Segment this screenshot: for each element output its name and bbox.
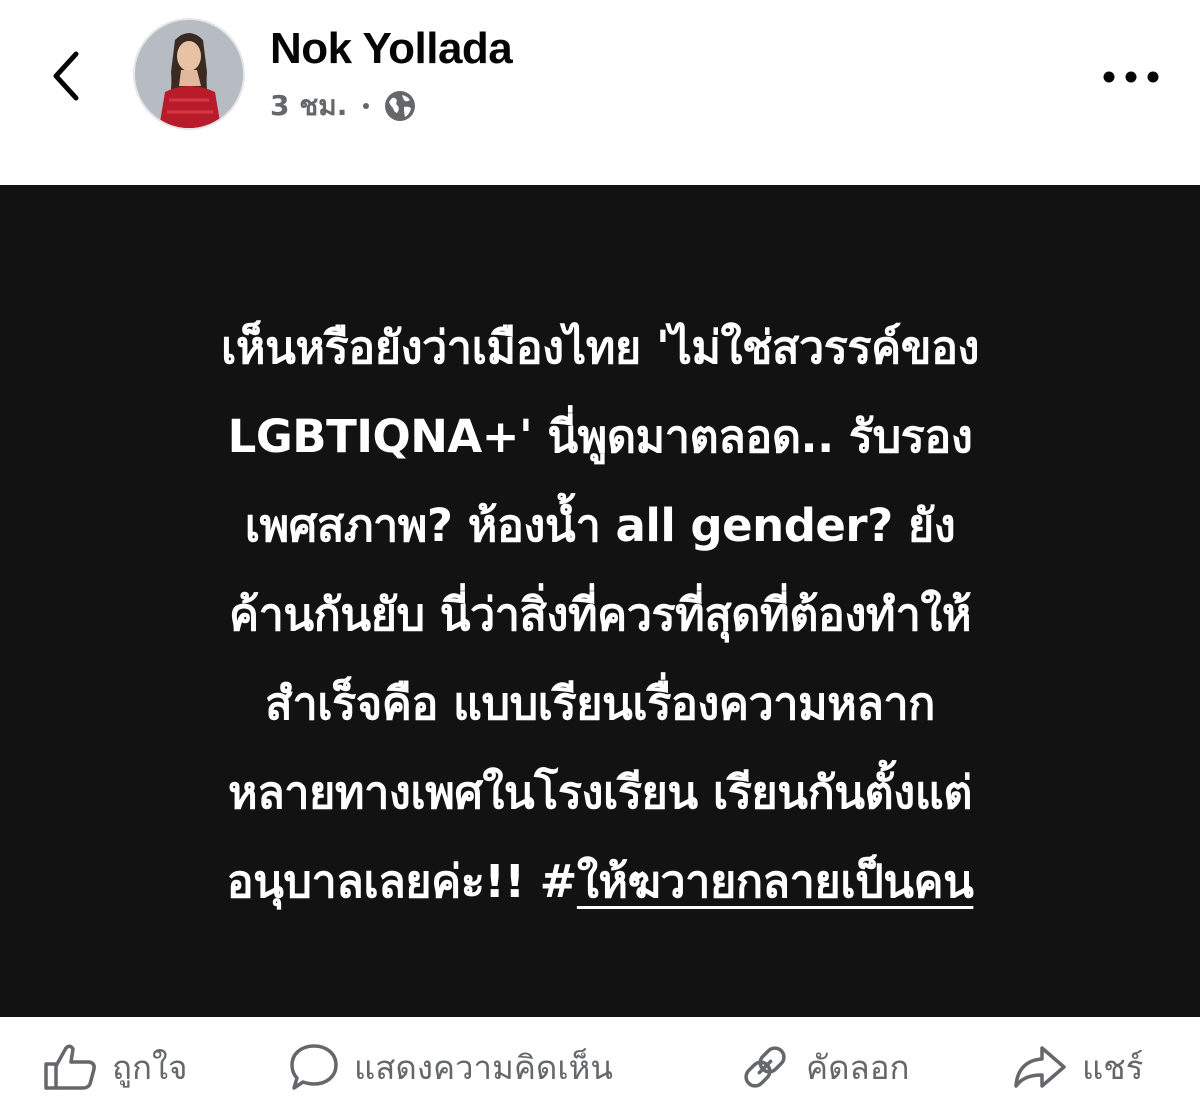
more-horizontal-icon xyxy=(1103,71,1159,83)
like-label: ถูกใจ xyxy=(112,1047,188,1087)
comment-label: แสดงความคิดเห็น xyxy=(354,1047,613,1087)
post-line-text: อนุบาลเลยค่ะ!! xyxy=(226,855,540,908)
avatar-photo xyxy=(135,20,243,128)
back-button[interactable] xyxy=(40,40,96,112)
hashtag-symbol[interactable]: # xyxy=(540,855,578,908)
post-line: สำเร็จคือ แบบเรียนเรื่องความหลาก xyxy=(265,677,935,730)
post-line: ค้านกันยับ นี่ว่าสิ่งที่ควรที่สุดที่ต้อง… xyxy=(229,588,972,641)
author-avatar[interactable] xyxy=(133,18,245,130)
post-timestamp[interactable]: 3 ชม. xyxy=(270,84,347,128)
hashtag-link[interactable]: ให้ฆวายกลายเป็นคน xyxy=(577,855,974,908)
globe-icon xyxy=(385,91,416,121)
chevron-left-icon xyxy=(53,51,79,101)
post-text-background: เห็นหรือยังว่าเมืองไทย 'ไม่ใช่สวรรค์ของ … xyxy=(0,185,1200,1017)
meta-separator-dot xyxy=(363,103,370,109)
post-header: Nok Yollada 3 ชม. xyxy=(0,0,1200,185)
share-label: แชร์ xyxy=(1082,1047,1144,1087)
share-button[interactable]: แชร์ xyxy=(1012,1017,1143,1117)
copy-label: คัดลอก xyxy=(806,1047,910,1087)
more-options-button[interactable] xyxy=(1098,62,1164,92)
copy-link-button[interactable]: คัดลอก xyxy=(738,1017,910,1117)
post-line: เห็นหรือยังว่าเมืองไทย 'ไม่ใช่สวรรค์ของ xyxy=(221,321,979,374)
post-line: LGBTIQNA+' นี่พูดมาตลอด.. รับรอง xyxy=(227,410,973,463)
link-icon xyxy=(744,1046,786,1088)
post-line: เพศสภาพ? ห้องน้ำ all gender? ยัง xyxy=(244,499,956,552)
share-arrow-icon xyxy=(1014,1046,1066,1088)
comment-button[interactable]: แสดงความคิดเห็น xyxy=(288,1017,613,1117)
comment-bubble-icon xyxy=(290,1044,338,1090)
post-line: หลายทางเพศในโรงเรียน เรียนกันตั้งแต่ xyxy=(228,766,972,819)
thumbs-up-icon xyxy=(44,1044,96,1090)
post-meta: 3 ชม. xyxy=(270,86,417,126)
author-name[interactable]: Nok Yollada xyxy=(270,24,513,74)
post-line-last: อนุบาลเลยค่ะ!! #ให้ฆวายกลายเป็นคน xyxy=(70,837,1130,926)
like-button[interactable]: ถูกใจ xyxy=(42,1017,187,1117)
action-bar: ถูกใจ แสดงความคิดเห็น คัดลอก แชร์ xyxy=(0,1017,1200,1117)
post-text: เห็นหรือยังว่าเมืองไทย 'ไม่ใช่สวรรค์ของ … xyxy=(70,303,1130,926)
